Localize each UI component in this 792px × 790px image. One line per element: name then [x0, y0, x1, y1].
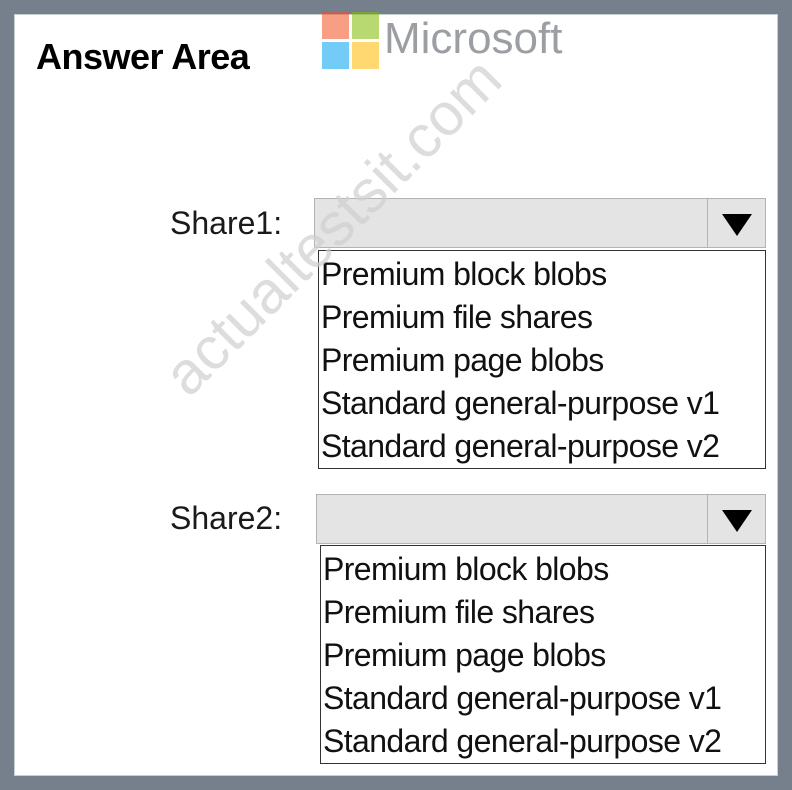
share2-option[interactable]: Premium page blobs [323, 634, 765, 677]
share2-option-list: Premium block blobs Premium file shares … [320, 545, 766, 764]
share1-option[interactable]: Premium page blobs [321, 339, 765, 382]
microsoft-logo-text: Microsoft [384, 14, 563, 63]
share1-option[interactable]: Standard general-purpose v1 [321, 382, 765, 425]
share1-label: Share1: [170, 205, 283, 241]
share2-option[interactable]: Premium block blobs [323, 548, 765, 591]
share1-option[interactable]: Standard general-purpose v2 [321, 425, 765, 468]
share1-option[interactable]: Premium block blobs [321, 253, 765, 296]
microsoft-logo-icon [322, 12, 380, 70]
share1-option-list: Premium block blobs Premium file shares … [318, 250, 766, 469]
share1-dropdown-arrow[interactable] [707, 199, 765, 247]
page-title: Answer Area [36, 36, 250, 77]
share1-option[interactable]: Premium file shares [321, 296, 765, 339]
share2-option[interactable]: Standard general-purpose v1 [323, 677, 765, 720]
share2-dropdown-arrow[interactable] [707, 495, 765, 543]
share2-dropdown[interactable] [316, 494, 766, 544]
share2-label: Share2: [170, 500, 283, 536]
triangle-down-icon [722, 214, 752, 236]
share2-option[interactable]: Standard general-purpose v2 [323, 720, 765, 763]
share1-dropdown[interactable] [314, 198, 766, 248]
triangle-down-icon [722, 510, 752, 532]
share2-option[interactable]: Premium file shares [323, 591, 765, 634]
